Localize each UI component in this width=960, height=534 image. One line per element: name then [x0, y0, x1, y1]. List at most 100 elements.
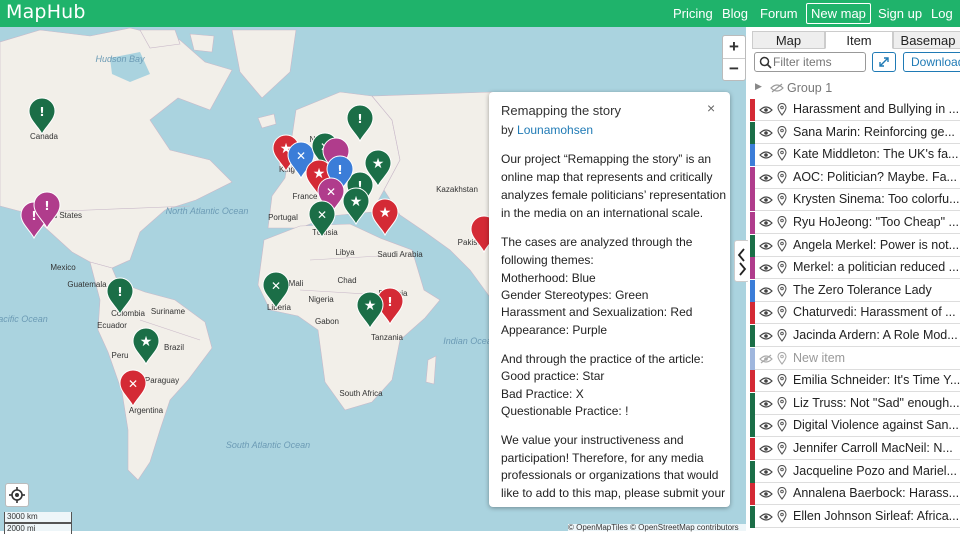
eye-icon[interactable] [759, 173, 773, 183]
tab-map[interactable]: Map [752, 31, 825, 49]
popup-line: following themes: [501, 253, 594, 267]
item-color-bar [750, 505, 755, 528]
eye-icon[interactable] [759, 399, 773, 409]
eye-icon[interactable] [759, 218, 773, 228]
list-item[interactable]: AOC: Politician? Maybe. Fa... [750, 166, 960, 189]
eye-icon[interactable] [759, 331, 773, 341]
new-map-button[interactable]: New map [806, 3, 871, 24]
nav-forum-link[interactable]: Forum [760, 0, 798, 27]
eye-icon[interactable] [759, 195, 773, 205]
list-item[interactable]: Ellen Johnson Sirleaf: Africa... [750, 505, 960, 528]
eye-icon[interactable] [759, 376, 773, 386]
guatemala-label: Guatemala [67, 280, 107, 289]
list-item[interactable]: Annalena Baerbock: Harass... [750, 483, 960, 506]
eye-icon[interactable] [759, 444, 773, 454]
item-color-bar [750, 234, 755, 257]
list-item[interactable]: Chaturvedi: Harassment of ... [750, 302, 960, 325]
group-row[interactable]: ▶ Group 1 [752, 78, 960, 97]
list-item[interactable]: Kate Middleton: The UK's fa... [750, 144, 960, 167]
argentina-label: Argentina [129, 406, 164, 415]
eye-icon[interactable] [759, 308, 773, 318]
popup-line: Questionable Practice: ! [501, 404, 629, 418]
mexico-label: Mexico [50, 263, 76, 272]
map-pin-icon [777, 374, 787, 388]
eye-icon[interactable] [759, 467, 773, 477]
item-color-bar [750, 438, 755, 460]
popup-author-link[interactable]: Lounamohsen [517, 123, 593, 137]
maphub-logo[interactable]: MapHub [6, 1, 86, 23]
eye-icon[interactable] [759, 263, 773, 273]
list-item[interactable]: The Zero Tolerance Lady [750, 279, 960, 302]
list-item[interactable]: Merkel: a politician reduced ... [750, 257, 960, 280]
eye-icon[interactable] [759, 128, 773, 138]
list-item[interactable]: Sana Marin: Reinforcing ge... [750, 121, 960, 144]
nav-sign-up-link[interactable]: Sign up [878, 0, 922, 27]
list-item[interactable]: Ryu HoJeong: "Too Cheap" ... [750, 212, 960, 234]
popup-line: And through the practice of the article: [501, 352, 704, 366]
item-color-bar [750, 212, 755, 234]
zoom-out-button[interactable]: − [723, 58, 745, 80]
expand-button[interactable] [872, 52, 896, 72]
list-item-title: Harassment and Bullying in ... [793, 102, 960, 116]
tab-item[interactable]: Item [825, 31, 893, 49]
north-atlantic-ocean-label: North Atlantic Ocean [166, 206, 249, 216]
eye-icon[interactable] [759, 512, 773, 522]
item-color-bar [750, 325, 755, 347]
list-item-title: Merkel: a politician reduced ... [793, 260, 960, 275]
eye-icon[interactable] [759, 489, 773, 499]
list-item[interactable]: Emilia Schneider: It's Time Y... [750, 370, 960, 393]
brazil-label: Brazil [164, 343, 184, 352]
item-color-bar [750, 166, 755, 189]
list-item[interactable]: Jennifer Carroll MacNeil: N... [750, 438, 960, 460]
group-label: Group 1 [787, 81, 833, 95]
list-item[interactable]: Jacqueline Pozo and Mariel... [750, 460, 960, 483]
popup-close-button[interactable]: × [707, 100, 715, 116]
list-item[interactable]: Angela Merkel: Power is not... [750, 234, 960, 257]
list-item-title: Digital Violence against San... [793, 418, 959, 433]
filter-items-field[interactable] [754, 52, 866, 72]
item-color-bar [750, 257, 755, 280]
svg-text:★: ★ [140, 334, 153, 350]
svg-text:!: ! [387, 295, 392, 309]
list-item[interactable]: Harassment and Bullying in ... [750, 99, 960, 121]
list-item-title: New item [793, 350, 846, 365]
svg-text:!: ! [337, 163, 342, 177]
svg-text:✕: ✕ [271, 279, 281, 293]
colombia-label: Colombia [111, 309, 145, 318]
filter-items-input[interactable] [773, 54, 861, 70]
map-pin-icon [777, 442, 787, 455]
list-item[interactable]: Liz Truss: Not "Sad" enough... [750, 392, 960, 415]
eye-slash-icon[interactable] [759, 354, 773, 364]
eye-icon[interactable] [759, 105, 773, 115]
list-item-title: Jacqueline Pozo and Mariel... [793, 463, 957, 478]
list-item[interactable]: New item [750, 347, 960, 370]
nav-log-in-link[interactable]: Log in [931, 0, 960, 48]
list-item-title: The Zero Tolerance Lady [793, 282, 932, 297]
locate-button[interactable] [5, 483, 29, 507]
marker-star-icon[interactable]: ★ [342, 187, 370, 226]
eye-slash-icon[interactable] [770, 83, 784, 93]
zoom-in-button[interactable]: + [723, 36, 745, 59]
item-color-bar [750, 279, 755, 302]
eye-icon[interactable] [759, 241, 773, 251]
caret-right-icon[interactable]: ▶ [755, 81, 762, 92]
france-label: France [293, 192, 318, 201]
saudi-arabia-label: Saudi Arabia [377, 250, 423, 259]
svg-text:✕: ✕ [128, 377, 138, 391]
liberia-label: Liberia [267, 303, 292, 312]
list-item-title: Annalena Baerbock: Harass... [793, 486, 960, 501]
nav-blog-link[interactable]: Blog [722, 0, 748, 27]
marker-star-icon[interactable]: ★ [371, 198, 399, 237]
list-item-title: Sana Marin: Reinforcing ge... [793, 124, 955, 139]
nav-pricing-link[interactable]: Pricing [673, 0, 713, 27]
list-item[interactable]: Jacinda Ardern: A Role Mod... [750, 325, 960, 347]
popup-line: Appearance: Purple [501, 323, 608, 337]
eye-icon[interactable] [759, 286, 773, 296]
list-item[interactable]: Digital Violence against San... [750, 415, 960, 438]
eye-icon[interactable] [759, 421, 773, 431]
list-item[interactable]: Krysten Sinema: Too colorfu... [750, 189, 960, 212]
eye-icon[interactable] [759, 150, 773, 160]
map-pin-icon [777, 148, 787, 162]
download-button[interactable]: Download [903, 52, 960, 72]
tab-basemap[interactable]: Basemap [893, 31, 960, 49]
